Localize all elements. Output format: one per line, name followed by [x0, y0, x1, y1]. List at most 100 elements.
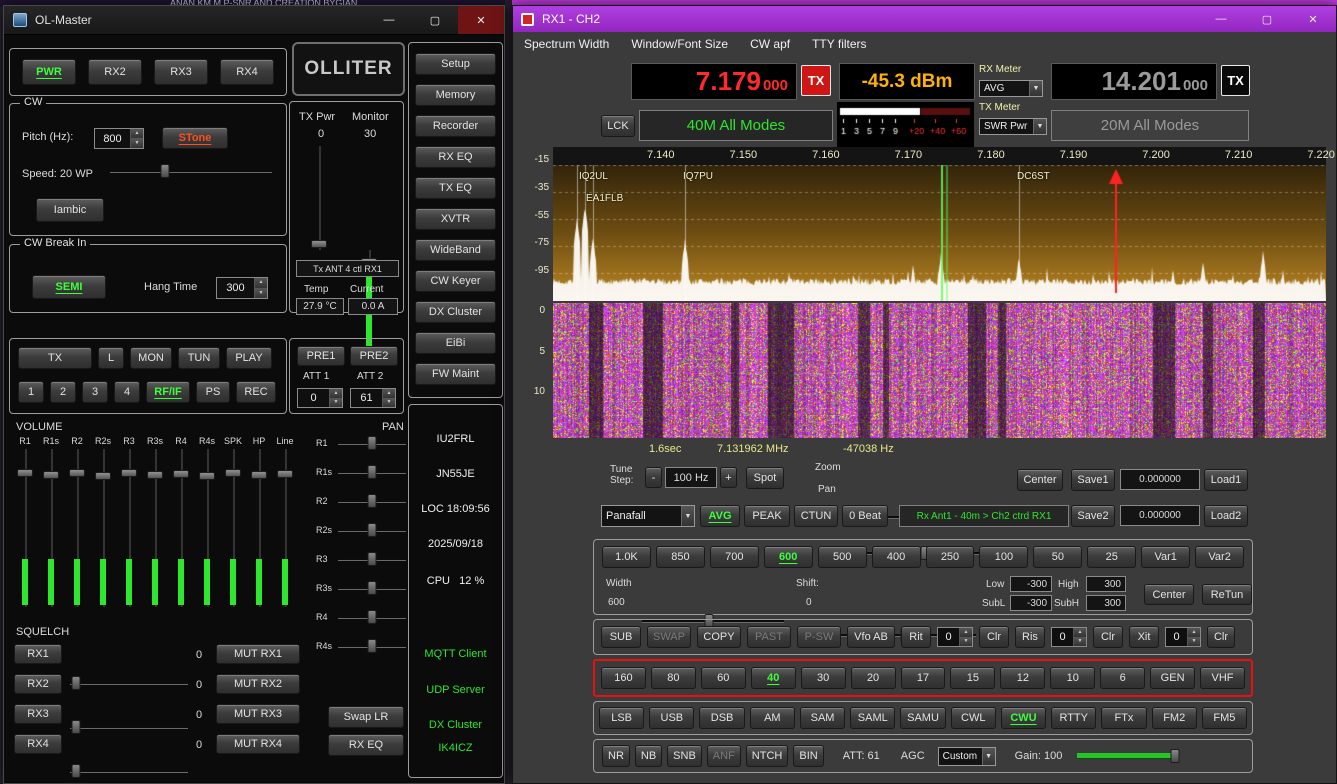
pan-slider-r3[interactable]	[338, 552, 406, 566]
mode-button-lsb[interactable]: LSB	[599, 707, 644, 729]
mode-button-cwl[interactable]: CWL	[951, 707, 996, 729]
side-button-recorder[interactable]: Recorder	[415, 115, 496, 137]
filter-button-500[interactable]: 500	[818, 546, 867, 568]
side-button-xvtr[interactable]: XVTR	[415, 208, 496, 230]
spot-button[interactable]: Spot	[746, 467, 784, 489]
pan-slider-r4s[interactable]	[338, 639, 406, 653]
tune-step-decrease-button[interactable]: -	[645, 467, 662, 488]
side-button-tx-eq[interactable]: TX EQ	[415, 177, 496, 199]
volume-slider-r4s[interactable]	[198, 449, 216, 607]
spinner-up-icon[interactable]: ▲	[255, 278, 267, 289]
squelch-rx1-button[interactable]: RX1	[14, 644, 62, 664]
xit-spinner[interactable]: 0 ▲▼	[1165, 627, 1201, 647]
hang-time-spinner[interactable]: 300 ▲▼	[216, 277, 268, 299]
pan-slider-r2s[interactable]	[338, 523, 406, 537]
filter-button-50[interactable]: 50	[1033, 546, 1082, 568]
dsp-button-ntch[interactable]: NTCH	[746, 745, 789, 767]
pitch-spinner[interactable]: 800 ▲▼	[94, 128, 144, 149]
mode-button-fm2[interactable]: FM2	[1152, 707, 1197, 729]
control-button-rf-if[interactable]: RF/IF	[146, 381, 190, 403]
display-mode-select[interactable]: Panafall▼	[601, 505, 695, 527]
mode-button-fm5[interactable]: FM5	[1202, 707, 1247, 729]
rx1-titlebar[interactable]: RX1 - CH2 — ▢ ✕	[513, 6, 1336, 32]
side-button-wideband[interactable]: WideBand	[415, 239, 496, 261]
band-button-20[interactable]: 20	[851, 667, 896, 689]
rit-clear-button[interactable]: Clr	[979, 626, 1009, 648]
rit-spinner[interactable]: 0 ▲▼	[937, 627, 973, 647]
maximize-icon[interactable]: ▢	[412, 6, 458, 34]
filter-button-var2[interactable]: Var2	[1195, 546, 1244, 568]
save1-frequency-field[interactable]: 0.000000	[1120, 469, 1200, 490]
copy-button[interactable]: COPY	[697, 626, 741, 648]
pan-slider-r3s[interactable]	[338, 581, 406, 595]
volume-slider-hp[interactable]	[250, 449, 268, 607]
mode-button-usb[interactable]: USB	[649, 707, 694, 729]
spinner-down-icon[interactable]: ▼	[960, 638, 972, 647]
band-button-vhf[interactable]: VHF	[1200, 667, 1245, 689]
band-button-gen[interactable]: GEN	[1150, 667, 1195, 689]
sub-button[interactable]: SUB	[601, 626, 641, 648]
spectrum-canvas[interactable]	[553, 165, 1326, 301]
squelch-rx3-button[interactable]: RX3	[14, 704, 62, 724]
lock-button[interactable]: LCK	[601, 115, 635, 137]
squelch-rx4-button[interactable]: RX4	[14, 734, 62, 754]
volume-slider-spk[interactable]	[224, 449, 242, 607]
spinner-up-icon[interactable]: ▲	[383, 389, 395, 399]
xit-clear-button[interactable]: Clr	[1207, 626, 1235, 648]
side-button-eibi[interactable]: EiBi	[415, 332, 496, 354]
retune-button[interactable]: ReTun	[1202, 584, 1252, 605]
rx-meter-select[interactable]: AVG▼	[979, 80, 1043, 97]
spinner-up-icon[interactable]: ▲	[131, 129, 143, 139]
dsp-button-snb[interactable]: SNB	[667, 745, 702, 767]
volume-slider-r2s[interactable]	[94, 449, 112, 607]
volume-slider-r1[interactable]	[16, 449, 34, 607]
swap-button[interactable]: SWAP	[647, 626, 691, 648]
low-cut-field[interactable]: -300	[1010, 576, 1052, 592]
spinner-down-icon[interactable]: ▼	[131, 139, 143, 148]
close-icon[interactable]: ✕	[1290, 6, 1336, 32]
save2-button[interactable]: Save2	[1071, 505, 1115, 527]
band-button-80[interactable]: 80	[651, 667, 696, 689]
station-label[interactable]: IQ2UL	[579, 171, 608, 182]
station-label[interactable]: DC6ST	[1017, 171, 1050, 182]
avg-button[interactable]: AVG	[700, 505, 740, 527]
agc-gain-slider[interactable]	[1077, 749, 1179, 763]
tune-step-increase-button[interactable]: +	[720, 467, 737, 488]
ris-clear-button[interactable]: Clr	[1093, 626, 1123, 648]
control-button-2[interactable]: 2	[50, 381, 76, 403]
side-button-dx-cluster[interactable]: DX Cluster	[415, 301, 496, 323]
squelch-rx3-slider[interactable]	[70, 764, 188, 778]
band-button-30[interactable]: 30	[801, 667, 846, 689]
filter-button-250[interactable]: 250	[926, 546, 975, 568]
semi-button[interactable]: SEMI	[32, 275, 106, 299]
volume-slider-r3[interactable]	[120, 449, 138, 607]
psw-button[interactable]: P-SW	[797, 626, 841, 648]
mode-button-samu[interactable]: SAMU	[900, 707, 945, 729]
close-icon[interactable]: ✕	[458, 6, 504, 34]
dsp-button-nb[interactable]: NB	[635, 745, 662, 767]
load1-button[interactable]: Load1	[1204, 469, 1248, 491]
swap-lr-button[interactable]: Swap LR	[328, 706, 404, 728]
rx-eq-button[interactable]: RX EQ	[328, 734, 404, 756]
spinner-down-icon[interactable]: ▼	[255, 289, 267, 299]
station-label[interactable]: EA1FLB	[586, 193, 623, 204]
sub-low-field[interactable]: -300	[1010, 595, 1052, 611]
iambic-button[interactable]: Iambic	[36, 198, 104, 222]
ris-spinner[interactable]: 0 ▲▼	[1051, 627, 1087, 647]
mode-button-saml[interactable]: SAML	[850, 707, 895, 729]
att2-spinner[interactable]: 61 ▲▼	[350, 388, 396, 408]
tx-pwr-slider[interactable]	[310, 146, 328, 250]
filter-button-100[interactable]: 100	[979, 546, 1028, 568]
sub-high-field[interactable]: 300	[1086, 595, 1126, 611]
menu-cw-apf[interactable]: CW apf	[739, 37, 801, 51]
high-cut-field[interactable]: 300	[1086, 576, 1126, 592]
dsp-button-bin[interactable]: BIN	[793, 745, 823, 767]
vfo-b-tx-button[interactable]: TX	[1221, 65, 1250, 96]
minimize-icon[interactable]: —	[1198, 6, 1244, 32]
squelch-rx1-slider[interactable]	[70, 676, 188, 690]
spinner-down-icon[interactable]: ▼	[330, 399, 342, 408]
band-button-160[interactable]: 160	[601, 667, 646, 689]
spinner-up-icon[interactable]: ▲	[1074, 628, 1086, 638]
ctun-button[interactable]: CTUN	[794, 505, 838, 527]
waterfall-display[interactable]	[553, 303, 1326, 438]
